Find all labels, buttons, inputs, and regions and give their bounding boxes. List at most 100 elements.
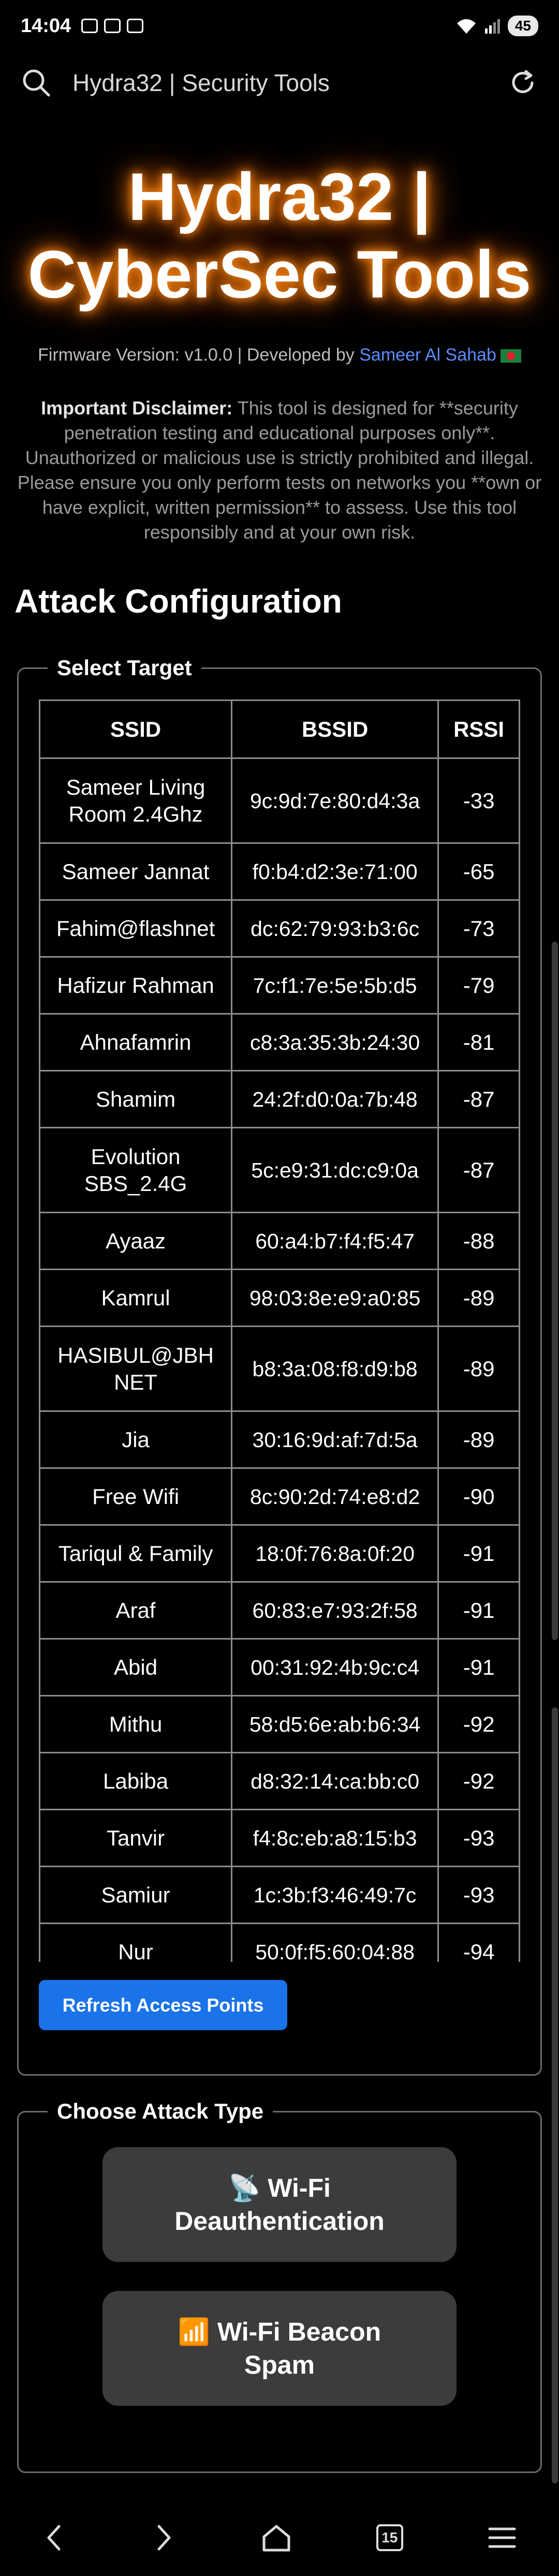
cell-ssid: Sameer Jannat [39, 842, 233, 901]
table-row[interactable]: Ahnafamrin c8:3a:35:3b:24:30 -81 [39, 1013, 520, 1071]
back-icon[interactable] [41, 2522, 67, 2553]
table-row[interactable]: Free Wifi 8c:90:2d:74:e8:d2 -90 [39, 1467, 520, 1526]
cell-bssid: 60:83:e7:93:2f:58 [231, 1581, 439, 1640]
tabs-icon[interactable]: 15 [376, 2524, 403, 2551]
column-header-ssid: SSID [39, 699, 233, 759]
cell-rssi: -87 [437, 1070, 520, 1128]
table-row[interactable]: Nur 50:0f:f5:60:04:88 -94 [39, 1923, 520, 1962]
table-row[interactable]: Tariqul & Family 18:0f:76:8a:0f:20 -91 [39, 1524, 520, 1583]
cell-ssid: Jia [39, 1410, 233, 1469]
cell-ssid: Ayaaz [39, 1212, 233, 1270]
table-row[interactable]: Fahim@flashnet dc:62:79:93:b3:6c -73 [39, 899, 520, 958]
address-bar-title[interactable]: Hydra32 | Security Tools [72, 69, 507, 97]
cell-rssi: -89 [437, 1269, 520, 1327]
status-time: 14:04 [21, 14, 71, 37]
cell-ssid: Evolution SBS_2.4G [39, 1127, 233, 1213]
disclaimer-text: This tool is designed for **security pen… [17, 397, 542, 543]
battery-indicator: 45 [507, 16, 538, 36]
cell-ssid: Mithu [39, 1695, 233, 1753]
cell-rssi: -90 [437, 1467, 520, 1526]
cell-bssid: 30:16:9d:af:7d:5a [231, 1410, 439, 1469]
wifi-icon [457, 19, 476, 34]
deauth-label-line2: Deauthentication [174, 2207, 385, 2236]
table-row[interactable]: Sameer Jannat f0:b4:d2:3e:71:00 -65 [39, 842, 520, 901]
deauth-label-line1: 📡 Wi-Fi [228, 2173, 331, 2202]
page-title-line2: CyberSec Tools [27, 236, 532, 312]
table-row[interactable]: Araf 60:83:e7:93:2f:58 -91 [39, 1581, 520, 1640]
cell-bssid: d8:32:14:ca:bb:c0 [231, 1752, 439, 1810]
table-row[interactable]: Abid 00:31:92:4b:9c:c4 -91 [39, 1638, 520, 1696]
cell-ssid: HASIBUL@JBH NET [39, 1326, 233, 1412]
reload-icon[interactable] [507, 67, 538, 98]
cell-rssi: -81 [437, 1013, 520, 1071]
table-row[interactable]: HASIBUL@JBH NET b8:3a:08:f8:d9:b8 -89 [39, 1326, 520, 1412]
cell-bssid: 60:a4:b7:f4:f5:47 [231, 1212, 439, 1270]
table-row[interactable]: Mithu 58:d5:6e:ab:b6:34 -92 [39, 1695, 520, 1753]
refresh-access-points-button[interactable]: Refresh Access Points [39, 1980, 287, 2030]
cell-rssi: -92 [437, 1695, 520, 1753]
cell-ssid: Tanvir [39, 1809, 233, 1867]
cell-bssid: 9c:9d:7e:80:d4:3a [231, 757, 439, 844]
deauth-attack-button[interactable]: 📡 Wi-Fi Deauthentication [102, 2147, 457, 2262]
page-root: 14:04 45 Hydra32 | Security Tools Hydra3… [0, 0, 559, 2576]
attack-type-legend: Choose Attack Type [48, 2099, 273, 2124]
cell-rssi: -91 [437, 1581, 520, 1640]
access-point-table-scroll[interactable]: SSID BSSID RSSI Sameer Living Room 2.4Gh… [39, 699, 520, 1962]
table-row[interactable]: Labiba d8:32:14:ca:bb:c0 -92 [39, 1752, 520, 1810]
cell-rssi: -91 [437, 1638, 520, 1696]
disclaimer-label: Important Disclaimer: [41, 397, 233, 419]
notification-icon [104, 19, 121, 33]
cell-rssi: -89 [437, 1326, 520, 1412]
cell-ssid: Free Wifi [39, 1467, 233, 1526]
cell-rssi: -73 [437, 899, 520, 958]
bangladesh-flag-icon [500, 349, 521, 363]
section-title: Attack Configuration [14, 583, 342, 620]
forward-icon[interactable] [151, 2522, 176, 2553]
cell-bssid: 00:31:92:4b:9c:c4 [231, 1638, 439, 1696]
beacon-spam-button[interactable]: 📶 Wi-Fi Beacon Spam [102, 2291, 457, 2406]
home-icon[interactable] [260, 2521, 293, 2554]
table-row[interactable]: Jia 30:16:9d:af:7d:5a -89 [39, 1410, 520, 1469]
cell-rssi: -94 [437, 1923, 520, 1962]
table-row[interactable]: Hafizur Rahman 7c:f1:7e:5e:5b:d5 -79 [39, 956, 520, 1015]
notification-icon [127, 19, 144, 33]
cell-ssid: Shamim [39, 1070, 233, 1128]
table-row[interactable]: Evolution SBS_2.4G 5c:e9:31:dc:c9:0a -87 [39, 1127, 520, 1213]
page-scrollbar[interactable] [552, 942, 558, 1640]
cell-bssid: f0:b4:d2:3e:71:00 [231, 842, 439, 901]
table-row[interactable]: Samiur 1c:3b:f3:46:49:7c -93 [39, 1866, 520, 1924]
cell-ssid: Labiba [39, 1752, 233, 1810]
table-header-row: SSID BSSID RSSI [39, 699, 520, 759]
cell-rssi: -65 [437, 842, 520, 901]
firmware-info: Firmware Version: v1.0.0 | Developed by … [0, 345, 559, 365]
column-header-bssid: BSSID [231, 699, 439, 759]
table-row[interactable]: Sameer Living Room 2.4Ghz 9c:9d:7e:80:d4:… [39, 757, 520, 844]
page-scrollbar-lower[interactable] [552, 1707, 558, 2483]
beacon-label-line2: Spam [244, 2350, 315, 2379]
status-bar: 14:04 45 [0, 0, 559, 52]
table-row[interactable]: Ayaaz 60:a4:b7:f4:f5:47 -88 [39, 1212, 520, 1270]
cell-ssid: Hafizur Rahman [39, 956, 233, 1015]
search-icon[interactable] [21, 67, 52, 98]
cell-bssid: b8:3a:08:f8:d9:b8 [231, 1326, 439, 1412]
cell-bssid: dc:62:79:93:b3:6c [231, 899, 439, 958]
menu-icon[interactable] [487, 2525, 518, 2551]
cell-bssid: 58:d5:6e:ab:b6:34 [231, 1695, 439, 1753]
column-header-rssi: RSSI [437, 699, 520, 759]
page-title: Hydra32 | CyberSec Tools [0, 158, 559, 313]
cell-ssid: Tariqul & Family [39, 1524, 233, 1583]
cell-ssid: Abid [39, 1638, 233, 1696]
table-row[interactable]: Tanvir f4:8c:eb:a8:15:b3 -93 [39, 1809, 520, 1867]
developer-link[interactable]: Sameer Al Sahab [359, 345, 496, 365]
beacon-label-line1: 📶 Wi-Fi Beacon [178, 2317, 381, 2346]
browser-toolbar: Hydra32 | Security Tools [0, 54, 559, 111]
cell-bssid: 18:0f:76:8a:0f:20 [231, 1524, 439, 1583]
page-title-line1: Hydra32 | [128, 159, 431, 234]
cell-ssid: Samiur [39, 1866, 233, 1924]
table-row[interactable]: Kamrul 98:03:8e:e9:a0:85 -89 [39, 1269, 520, 1327]
cell-bssid: f4:8c:eb:a8:15:b3 [231, 1809, 439, 1867]
table-row[interactable]: Shamim 24:2f:d0:0a:7b:48 -87 [39, 1070, 520, 1128]
cell-rssi: -33 [437, 757, 520, 844]
cell-ssid: Sameer Living Room 2.4Ghz [39, 757, 233, 844]
cell-rssi: -79 [437, 956, 520, 1015]
